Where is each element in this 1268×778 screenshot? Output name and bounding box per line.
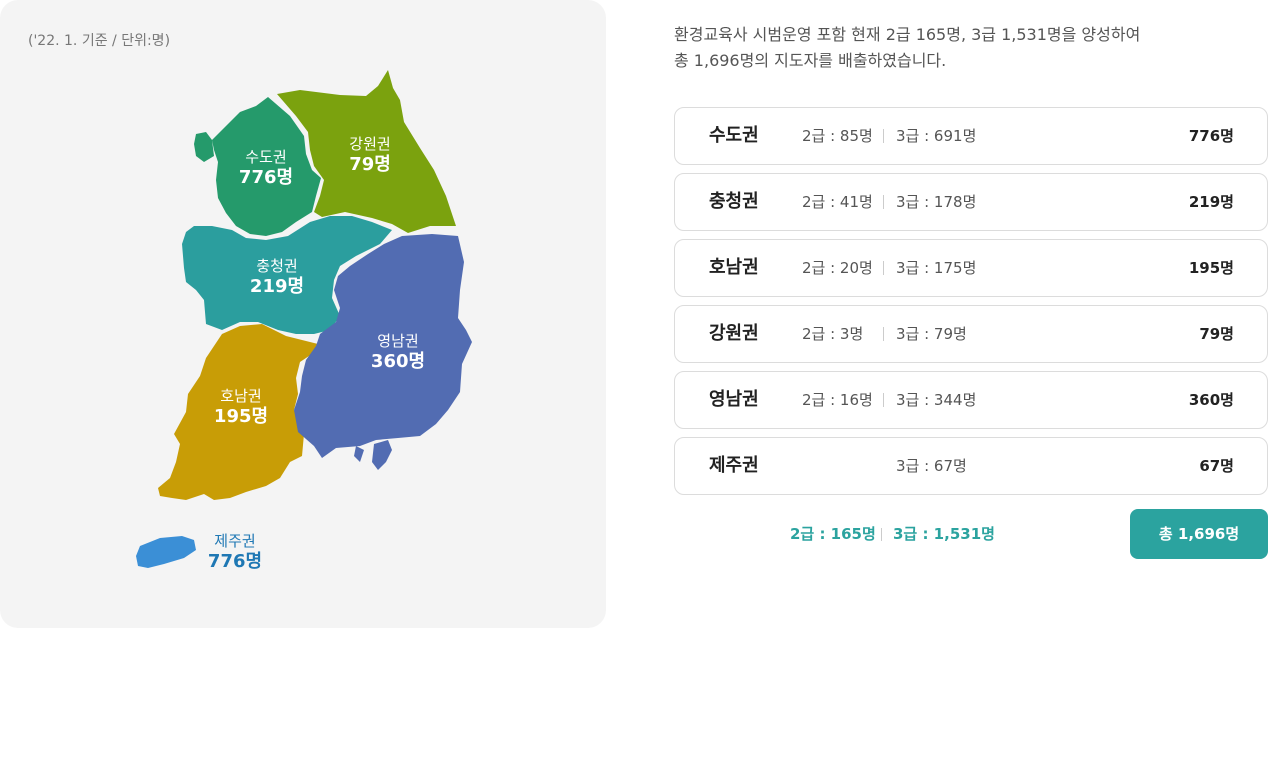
region-count-chungcheong: 219명 xyxy=(249,276,305,297)
row-total: 776명 xyxy=(1188,127,1234,145)
row-grade3: 3급 : 67명 xyxy=(896,457,967,475)
region-table: 수도권 2급 : 85명 3급 : 691명 776명 충청권 2급 : 41명… xyxy=(674,107,1268,503)
row-grade3: 3급 : 691명 xyxy=(896,127,977,145)
region-name-sudo: 수도권 xyxy=(245,148,287,166)
region-label-honam: 호남권 195명 xyxy=(214,386,268,428)
region-count-yeongnam: 360명 xyxy=(370,351,426,372)
region-label-sudo: 수도권 776명 xyxy=(239,147,293,189)
row-grade2: 2급 : 3명 xyxy=(802,325,864,343)
row-total: 195명 xyxy=(1188,259,1234,277)
row-grade2: 2급 : 41명 xyxy=(802,193,873,211)
table-row: 충청권 2급 : 41명 3급 : 178명 219명 xyxy=(674,173,1268,231)
region-name-gangwon: 강원권 xyxy=(349,135,391,153)
row-region-name: 영남권 xyxy=(709,389,759,410)
row-divider xyxy=(883,261,884,275)
row-divider xyxy=(883,327,884,341)
region-shape-jeju[interactable] xyxy=(136,536,196,568)
region-count-honam: 195명 xyxy=(213,406,269,427)
row-grade3: 3급 : 79명 xyxy=(896,325,967,343)
row-region-name: 강원권 xyxy=(709,323,759,344)
row-total: 360명 xyxy=(1188,391,1234,409)
region-count-gangwon: 79명 xyxy=(349,154,391,175)
row-grade2: 2급 : 20명 xyxy=(802,259,873,277)
grand-total-badge: 총 1,696명 xyxy=(1130,509,1268,559)
intro-section: 환경교육사 시범운영 포함 현재 2급 165명, 3급 1,531명을 양성하… xyxy=(674,22,1268,74)
row-grade3: 3급 : 175명 xyxy=(896,259,977,277)
row-divider xyxy=(883,129,884,143)
row-divider xyxy=(883,195,884,209)
region-name-yeongnam: 영남권 xyxy=(377,332,419,350)
region-label-jeju: 제주권 776명 xyxy=(208,531,262,573)
row-divider xyxy=(883,393,884,407)
region-name-chungcheong: 충청권 xyxy=(256,257,298,275)
region-label-gangwon: 강원권 79명 xyxy=(349,134,391,176)
summary-bar: 2급 : 165명 3급 : 1,531명 총 1,696명 xyxy=(674,509,1268,559)
table-row: 호남권 2급 : 20명 3급 : 175명 195명 xyxy=(674,239,1268,297)
region-label-yeongnam: 영남권 360명 xyxy=(371,331,425,373)
region-label-chungcheong: 충청권 219명 xyxy=(250,256,304,298)
table-row: 강원권 2급 : 3명 3급 : 79명 79명 xyxy=(674,305,1268,363)
row-grade3: 3급 : 178명 xyxy=(896,193,977,211)
table-row: 수도권 2급 : 85명 3급 : 691명 776명 xyxy=(674,107,1268,165)
region-name-honam: 호남권 xyxy=(220,387,262,405)
row-grade2: 2급 : 16명 xyxy=(802,391,873,409)
region-count-sudo: 776명 xyxy=(238,167,294,188)
summary-grade3: 3급 : 1,531명 xyxy=(893,525,995,543)
row-total: 219명 xyxy=(1188,193,1234,211)
row-region-name: 수도권 xyxy=(709,125,759,146)
row-grade2: 2급 : 85명 xyxy=(802,127,873,145)
intro-line-2: 총 1,696명의 지도자를 배출하였습니다. xyxy=(674,51,947,70)
row-region-name: 충청권 xyxy=(709,191,759,212)
map-panel: ('22. 1. 기준 / 단위:명) 수도권 776명 강원권 79명 충청권… xyxy=(0,0,606,628)
table-row: 제주권 3급 : 67명 67명 xyxy=(674,437,1268,495)
row-grade3: 3급 : 344명 xyxy=(896,391,977,409)
region-count-jeju: 776명 xyxy=(207,551,263,572)
row-total: 67명 xyxy=(1199,457,1234,475)
region-name-jeju: 제주권 xyxy=(214,532,256,550)
korea-map xyxy=(136,70,472,568)
intro-text: 환경교육사 시범운영 포함 현재 2급 165명, 3급 1,531명을 양성하… xyxy=(674,22,1268,74)
row-region-name: 호남권 xyxy=(709,257,759,278)
summary-grade2: 2급 : 165명 xyxy=(790,525,876,543)
intro-line-1: 환경교육사 시범운영 포함 현재 2급 165명, 3급 1,531명을 양성하… xyxy=(674,25,1141,44)
table-row: 영남권 2급 : 16명 3급 : 344명 360명 xyxy=(674,371,1268,429)
row-total: 79명 xyxy=(1199,325,1234,343)
row-region-name: 제주권 xyxy=(709,455,759,476)
summary-divider xyxy=(881,528,882,541)
